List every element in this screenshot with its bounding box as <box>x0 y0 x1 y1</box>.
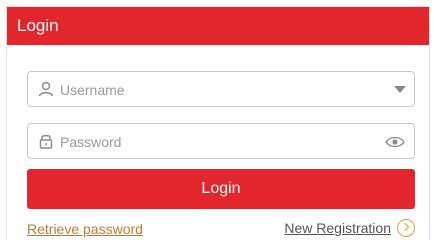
password-placeholder: Password <box>60 134 122 150</box>
chevron-right-circle-icon <box>397 219 415 237</box>
login-panel: Login Username Password Login Retrieve p… <box>6 6 430 240</box>
header-title: Login <box>17 16 59 35</box>
password-field[interactable]: Password <box>27 123 415 159</box>
eye-icon[interactable] <box>384 133 406 151</box>
username-placeholder: Username <box>60 82 125 98</box>
form-links: Retrieve password New Registration <box>27 217 415 239</box>
new-registration-link[interactable]: New Registration <box>284 219 415 237</box>
new-registration-label: New Registration <box>284 220 391 236</box>
username-field[interactable]: Username <box>27 71 415 107</box>
lock-icon <box>39 134 53 149</box>
login-button[interactable]: Login <box>27 169 415 209</box>
login-header: Login <box>7 7 429 45</box>
chevron-down-icon[interactable] <box>394 86 406 93</box>
retrieve-password-link[interactable]: Retrieve password <box>27 221 143 237</box>
user-icon <box>38 81 54 97</box>
